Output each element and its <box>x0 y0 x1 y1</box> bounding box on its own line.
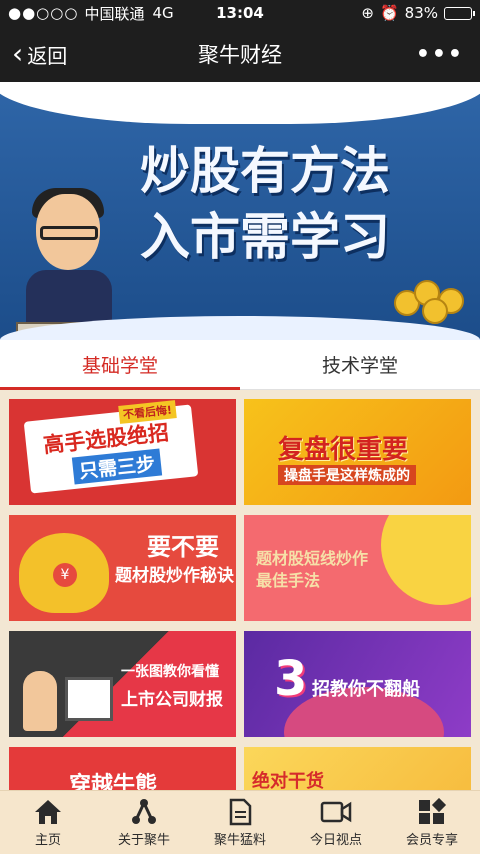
card-title: 题材股短线炒作 <box>252 545 373 569</box>
battery-percent: 83% <box>404 4 438 22</box>
tabbar-label: 关于聚牛 <box>117 833 170 848</box>
status-bar: ●●○○○ 中国联通 4G 13:04 ⊕ ⏰ 83% <box>0 0 480 26</box>
tabbar-item-news[interactable]: 聚牛猛料 <box>192 791 288 854</box>
navigation-bar: ‹ 返回 聚牛财经 ••• <box>0 26 480 82</box>
network-type: 4G <box>152 4 174 22</box>
hero-banner: 炒股有方法 入市需学习 <box>0 82 480 340</box>
signal-strength-icon: ●●○○○ <box>8 4 79 22</box>
course-card-bull-bear[interactable]: 穿越牛熊 <box>9 747 236 790</box>
document-icon <box>227 797 253 827</box>
card-subtitle: 题材股炒作秘诀 <box>115 566 234 586</box>
back-button[interactable]: ‹ 返回 <box>0 40 67 69</box>
course-card-financial-report[interactable]: 一张图教你看懂 上市公司财报 <box>9 631 236 737</box>
grid-diamond-icon <box>417 797 447 827</box>
card-title: 要不要 <box>147 533 219 561</box>
tabbar-item-members[interactable]: 会员专享 <box>384 791 480 854</box>
tabbar-item-home[interactable]: 主页 <box>0 791 96 854</box>
course-card-dry-goods[interactable]: 绝对干货 <box>244 747 471 790</box>
bottom-tab-bar: 主页 关于聚牛 聚牛猛料 今日视点 会员专享 <box>0 790 480 854</box>
cartoon-man-illustration <box>23 671 57 731</box>
banner-line-2: 入市需学习 <box>140 208 390 266</box>
tab-basic-class[interactable]: 基础学堂 <box>0 340 240 390</box>
banner-slogan: 炒股有方法 入市需学习 <box>140 138 390 270</box>
alarm-icon: ⏰ <box>379 4 399 22</box>
card-number: 3 <box>274 651 308 707</box>
card-title: 穿越牛熊 <box>69 773 158 790</box>
gold-coins-illustration <box>394 270 474 324</box>
tabbar-item-about[interactable]: 关于聚牛 <box>96 791 192 854</box>
card-title: 绝对干货 <box>252 771 324 790</box>
cloud-decoration <box>0 82 480 124</box>
card-title: 一张图教你看懂 <box>121 664 219 680</box>
bar-chart-icon <box>65 677 113 721</box>
course-card-theme-stocks[interactable]: ¥ 要不要 题材股炒作秘诀 <box>9 515 236 621</box>
rotation-lock-icon: ⊕ <box>361 4 374 22</box>
tabbar-label: 今日视点 <box>309 833 362 848</box>
card-title: 复盘很重要 <box>278 435 409 465</box>
card-subtitle: 操盘手是这样炼成的 <box>278 465 416 485</box>
tabbar-label: 主页 <box>34 833 61 848</box>
course-card-short-term[interactable]: 题材股短线炒作 最佳手法 <box>244 515 471 621</box>
card-subtitle: 最佳手法 <box>252 567 325 591</box>
tabbar-label: 聚牛猛料 <box>213 833 266 848</box>
more-options-button[interactable]: ••• <box>416 42 464 67</box>
card-subtitle: 上市公司财报 <box>121 690 223 710</box>
home-icon <box>33 797 63 827</box>
yen-icon: ¥ <box>53 563 77 587</box>
banner-line-1: 炒股有方法 <box>140 142 390 200</box>
tabbar-item-today-view[interactable]: 今日视点 <box>288 791 384 854</box>
course-card-review[interactable]: 复盘很重要 操盘手是这样炼成的 <box>244 399 471 505</box>
page-title: 聚牛财经 <box>198 43 282 67</box>
course-card-three-tips[interactable]: 3 招教你不翻船 <box>244 631 471 737</box>
battery-icon <box>444 6 475 20</box>
video-icon <box>320 797 352 827</box>
carrier-name: 中国联通 <box>84 4 145 23</box>
chevron-left-icon: ‹ <box>12 37 24 70</box>
cartoon-teacher-illustration <box>16 188 126 340</box>
course-card-stock-picking[interactable]: 不看后悔! 高手选股绝招 只需三步 <box>9 399 236 505</box>
back-label: 返回 <box>27 43 68 68</box>
category-tabs: 基础学堂 技术学堂 <box>0 340 480 390</box>
course-grid: 不看后悔! 高手选股绝招 只需三步 复盘很重要 操盘手是这样炼成的 ¥ 要不要 … <box>0 390 480 790</box>
card-title: 招教你不翻船 <box>312 679 420 700</box>
share-nodes-icon <box>129 797 159 827</box>
tab-technical-class[interactable]: 技术学堂 <box>240 340 480 389</box>
tabbar-label: 会员专享 <box>405 833 458 848</box>
